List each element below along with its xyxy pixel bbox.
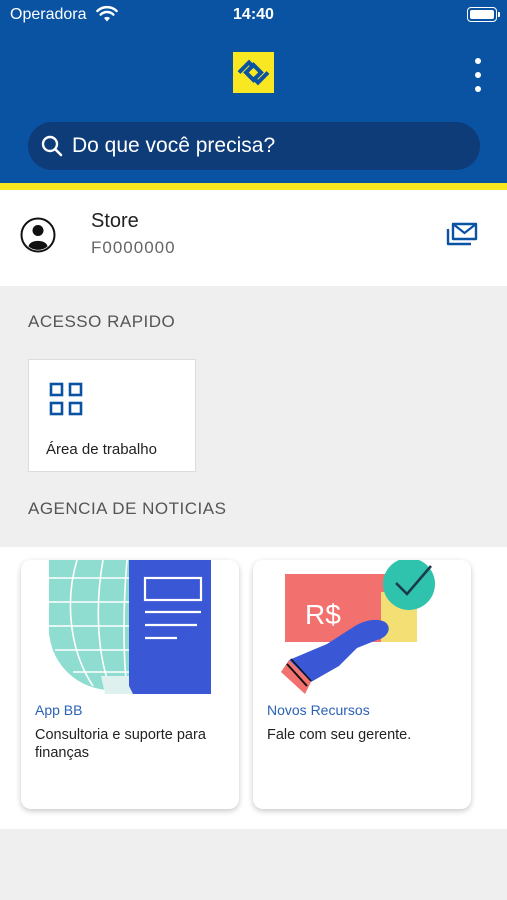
- search-placeholder: Do que você precisa?: [72, 134, 276, 157]
- more-options-icon[interactable]: [470, 58, 486, 92]
- banco-do-brasil-logo: [233, 52, 274, 93]
- status-bar: Operadora 14:40: [0, 0, 507, 30]
- status-time: 14:40: [233, 6, 274, 23]
- battery-icon: [467, 7, 500, 22]
- news-headline: Fale com seu gerente.: [267, 727, 412, 743]
- news-illustration-hand-money: R$: [253, 560, 471, 697]
- store-name: Store: [91, 210, 139, 232]
- news-illustration-globe-document: [21, 560, 239, 697]
- user-avatar-icon[interactable]: [20, 217, 56, 253]
- quick-access-title: ACESSO RAPIDO: [28, 312, 176, 331]
- profile-panel: Store F0000000: [0, 190, 507, 286]
- news-card-novos-recursos[interactable]: R$ Novos Recursos Fale com seu gerente.: [253, 560, 471, 809]
- grid-icon: [49, 382, 83, 416]
- mail-icon[interactable]: [445, 221, 479, 249]
- header-accent-strip: [0, 183, 507, 190]
- search-bar[interactable]: Do que você precisa?: [28, 122, 480, 170]
- news-section-title: AGENCIA DE NOTICIAS: [28, 499, 227, 518]
- quick-access-item-area-de-trabalho[interactable]: Área de trabalho: [28, 359, 196, 472]
- news-tag: Novos Recursos: [267, 702, 370, 718]
- search-icon: [41, 135, 63, 157]
- news-headline: Consultoria e suporte para finanças: [35, 727, 206, 762]
- quick-access-label: Área de trabalho: [46, 441, 157, 458]
- news-card-app-bb[interactable]: App BB Consultoria e suporte para finanç…: [21, 560, 239, 809]
- store-id: F0000000: [91, 238, 176, 257]
- svg-text:R$: R$: [305, 599, 341, 630]
- news-tag: App BB: [35, 702, 83, 718]
